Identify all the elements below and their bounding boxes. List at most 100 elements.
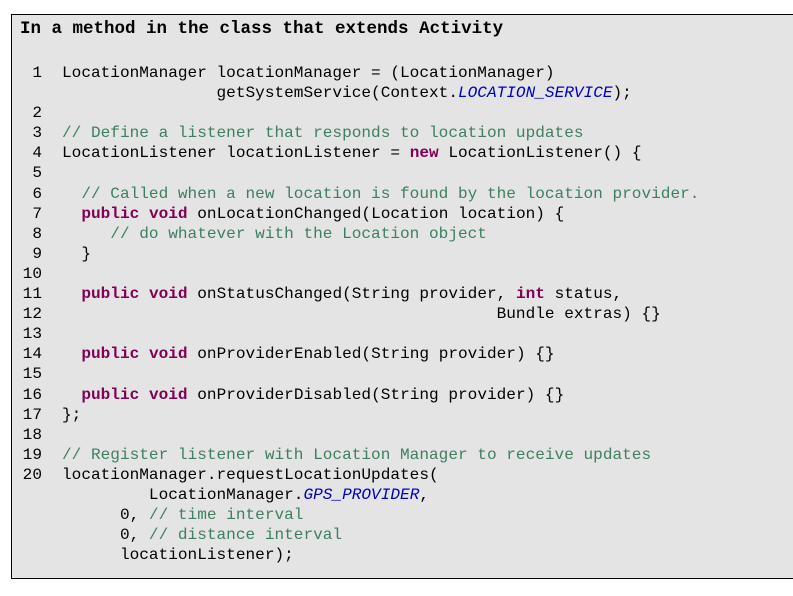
code-line: 6 // Called when a new location is found… (20, 184, 699, 204)
code-token: }; (62, 405, 82, 424)
line-text: LocationListener locationListener = new … (62, 143, 642, 163)
keyword-token: public (81, 345, 140, 364)
code-line: 18 (20, 425, 699, 445)
code-line: 4 LocationListener locationListener = new… (20, 143, 699, 163)
line-text: }; (62, 405, 81, 425)
comment-token: // distance interval (148, 526, 343, 545)
code-line: 7 public void onLocationChanged(Location… (20, 204, 699, 224)
line-text: LocationManager.GPS_PROVIDER, (62, 485, 429, 505)
code-line: 16 public void onProviderDisabled(String… (20, 385, 699, 405)
code-line: 19 // Register listener with Location Man… (20, 445, 699, 465)
code-token: ); (612, 84, 632, 103)
keyword-token: void (148, 285, 188, 304)
code-token: status, (544, 285, 623, 304)
comment-token: // time interval (148, 506, 304, 525)
line-text: public void onStatusChanged(String provi… (62, 284, 622, 304)
line-text: LocationManager locationManager = (Locat… (62, 63, 555, 83)
line-number (20, 505, 42, 525)
constant-token: LOCATION_SERVICE (457, 84, 613, 103)
line-number: 20 (22, 465, 42, 484)
code-line: 2 (20, 103, 699, 123)
code-token: locationManager.requestLocationUpdates( (62, 465, 439, 484)
line-number: 6 (32, 184, 42, 203)
code-line: 11 public void onStatusChanged(String pr… (20, 284, 699, 304)
line-number: 7 (32, 204, 42, 223)
line-text: 0, // distance interval (62, 525, 342, 545)
comment-token: // Register listener with Location Manag… (62, 445, 652, 464)
keyword-token: void (148, 385, 188, 404)
keyword-token: int (515, 285, 545, 304)
line-number: 12 (22, 305, 42, 324)
line-number: 14 (22, 345, 42, 364)
code-listing: 1 LocationManager locationManager = (Loca… (20, 63, 700, 565)
code-token: LocationManager. (62, 485, 304, 504)
line-number: 8 (32, 224, 42, 243)
line-number: 3 (32, 124, 42, 143)
line-number: 4 (32, 144, 42, 163)
line-text: locationManager.requestLocationUpdates( (62, 465, 439, 485)
code-token: , (419, 485, 430, 504)
code-token: onProviderDisabled(String provider) {} (187, 385, 565, 404)
line-number (20, 545, 42, 565)
code-line: 5 (20, 163, 699, 183)
code-line: getSystemService(Context.LOCATION_SERVIC… (20, 83, 699, 103)
line-number (20, 83, 42, 103)
line-text: locationListener); (62, 545, 294, 565)
code-token: locationListener); (62, 546, 294, 565)
keyword-token: void (148, 204, 188, 223)
line-text: // do whatever with the Location object (62, 224, 487, 244)
line-text: public void onProviderEnabled(String pro… (62, 344, 555, 364)
code-line: 0, // time interval (20, 505, 699, 525)
code-line: LocationManager.GPS_PROVIDER, (20, 485, 699, 505)
code-line: 1 LocationManager locationManager = (Loca… (20, 63, 699, 83)
line-text: } (62, 244, 91, 264)
code-line: 8 // do whatever with the Location objec… (20, 224, 699, 244)
line-number: 15 (22, 365, 42, 384)
line-number: 10 (22, 264, 42, 283)
code-line: 13 (20, 324, 699, 344)
line-number: 17 (22, 405, 42, 424)
keyword-token: public (81, 204, 140, 223)
code-token: getSystemService(Context. (62, 84, 458, 103)
panel-title: In a method in the class that extends Ac… (20, 19, 504, 39)
line-number (20, 485, 42, 505)
code-token: onProviderEnabled(String provider) {} (187, 345, 555, 364)
code-line: locationListener); (20, 545, 699, 565)
keyword-token: public (81, 385, 140, 404)
code-token: LocationListener() { (438, 144, 642, 163)
line-number: 5 (32, 164, 42, 183)
line-text: getSystemService(Context.LOCATION_SERVIC… (62, 83, 632, 103)
code-token: Bundle extras) {} (62, 305, 661, 324)
code-token: onLocationChanged(Location location) { (187, 204, 565, 223)
code-token: 0, (62, 526, 149, 545)
code-line: 10 (20, 264, 699, 284)
line-number: 1 (32, 64, 42, 82)
line-text: public void onLocationChanged(Location l… (62, 204, 564, 224)
line-text: // Called when a new location is found b… (62, 184, 699, 204)
line-number: 16 (22, 385, 42, 404)
code-line: 9 } (20, 244, 699, 264)
code-line: 0, // distance interval (20, 525, 699, 545)
code-token: onStatusChanged(String provider, (187, 285, 516, 304)
code-token: LocationListener locationListener = (62, 144, 410, 163)
line-text: 0, // time interval (62, 505, 304, 525)
code-token: } (62, 244, 91, 263)
code-line: 12 Bundle extras) {} (20, 304, 699, 324)
line-number: 18 (22, 425, 42, 444)
code-token: LocationManager locationManager = (Locat… (62, 64, 555, 82)
line-number: 2 (32, 104, 42, 123)
code-token: 0, (62, 506, 149, 525)
keyword-token: new (409, 144, 439, 163)
line-number: 13 (22, 325, 42, 344)
code-line: 20 locationManager.requestLocationUpdates… (20, 465, 699, 485)
line-text: // Define a listener that responds to lo… (62, 123, 584, 143)
comment-token: // do whatever with the Location object (62, 224, 487, 243)
keyword-token: public (81, 285, 140, 304)
